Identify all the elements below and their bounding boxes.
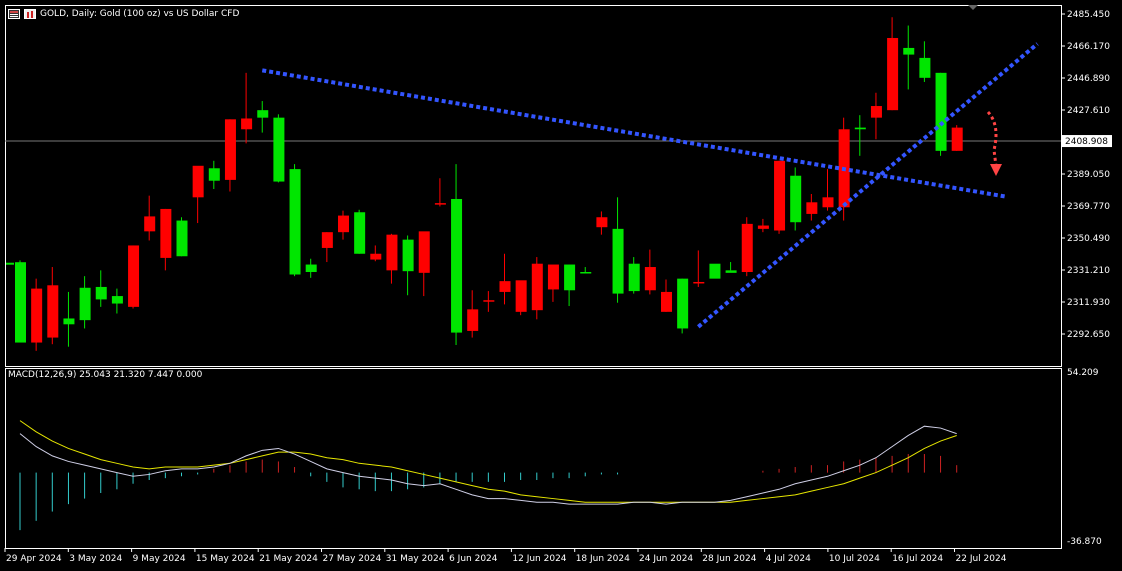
candle-body: [919, 57, 931, 78]
candle-body: [128, 245, 140, 307]
date-tick-label: 6 Jun 2024: [449, 554, 498, 564]
candle-body: [757, 225, 769, 229]
price-tick-label: 2350.490: [1067, 234, 1110, 244]
candle-body: [741, 223, 753, 273]
candle-body: [257, 110, 269, 118]
price-pane-frame: [5, 5, 1062, 367]
price-tick-label: 2427.610: [1067, 106, 1110, 116]
candle-body: [289, 169, 301, 275]
trendline-support: [697, 42, 1039, 329]
candle-body: [370, 253, 382, 260]
candle-body: [580, 272, 592, 274]
price-tick-label: 2311.930: [1067, 298, 1110, 308]
price-tick-label: 2292.650: [1067, 330, 1110, 340]
candle-body: [903, 47, 915, 55]
candle-body: [79, 287, 91, 321]
candle-body: [111, 296, 123, 304]
candle-body: [176, 220, 188, 257]
candle-body: [402, 239, 414, 272]
candle-body: [612, 228, 624, 294]
candle-body: [467, 309, 479, 331]
date-tick-label: 3 May 2024: [69, 554, 122, 564]
projection-arrowhead: [990, 164, 1002, 176]
candle-body: [63, 318, 75, 325]
price-chart[interactable]: 2485.450 2466.170 2446.890 2427.610 2389.050…: [0, 0, 1122, 571]
candle-body: [192, 165, 204, 198]
candle-body: [224, 119, 236, 180]
candle-body: [693, 281, 705, 284]
candle-body: [305, 264, 317, 273]
price-tick-label: 2446.890: [1067, 74, 1110, 84]
date-tick-label: 22 Jul 2024: [956, 554, 1007, 564]
candle-body: [15, 262, 26, 343]
candle-body: [564, 264, 576, 291]
candle-body: [160, 208, 172, 258]
candle-body: [241, 118, 253, 130]
date-tick-label: 21 May 2024: [259, 554, 318, 564]
signal-line: [19, 420, 957, 503]
current-price-label: 2408.908: [1065, 137, 1108, 147]
candle-body: [418, 231, 430, 273]
candle-body: [725, 270, 737, 273]
date-tick-label: 9 May 2024: [133, 554, 186, 564]
date-tick-label: 18 Jun 2024: [576, 554, 630, 564]
candle-body: [95, 286, 107, 300]
candle-body: [338, 215, 349, 233]
candle-body: [321, 232, 333, 248]
candle-body: [499, 281, 511, 292]
macd-pane-frame: [5, 368, 1062, 549]
candle-body: [806, 202, 818, 214]
price-tick-label: 2331.210: [1067, 266, 1110, 276]
price-tick-label: 2389.050: [1067, 170, 1110, 180]
date-tick-label: 15 May 2024: [196, 554, 255, 564]
candle-body: [709, 263, 721, 279]
projection-arrow: [986, 110, 998, 167]
candle-body: [531, 263, 543, 311]
candle-body: [951, 127, 963, 151]
candle-body: [790, 175, 802, 223]
price-tick-label: 2369.770: [1067, 202, 1110, 212]
date-tick-label: 12 Jun 2024: [512, 554, 566, 564]
candle-body: [774, 160, 786, 231]
price-tick-label: 2466.170: [1067, 42, 1110, 52]
candle-body: [144, 216, 156, 232]
candle-body: [386, 234, 398, 271]
candle-body: [31, 288, 43, 343]
candle-body: [354, 212, 366, 254]
candle-body: [822, 197, 834, 208]
date-tick-label: 27 May 2024: [323, 554, 382, 564]
date-tick-label: 28 Jun 2024: [702, 554, 756, 564]
date-tick-label: 24 Jun 2024: [639, 554, 693, 564]
candle-body: [451, 198, 463, 333]
candle-body: [273, 117, 285, 182]
date-tick-label: 29 Apr 2024: [6, 554, 62, 564]
candle-body: [515, 280, 527, 312]
candle-body: [596, 217, 608, 228]
candle-body: [628, 263, 640, 292]
candle-body: [887, 37, 899, 111]
candle-body: [935, 72, 947, 151]
candle-body: [644, 267, 656, 291]
candle-body: [854, 127, 866, 130]
macd-line: [19, 425, 957, 505]
price-tick-label: 2485.450: [1067, 10, 1110, 20]
candle-body: [661, 291, 672, 312]
scroll-marker: [968, 5, 978, 10]
date-tick-label: 16 Jul 2024: [892, 554, 943, 564]
candle-body: [208, 168, 220, 181]
candle-body: [47, 285, 59, 338]
candle-body: [677, 278, 689, 329]
macd-tick-label: 54.209: [1067, 368, 1099, 378]
macd-tick-label: -36.870: [1067, 537, 1102, 547]
date-tick-label: 10 Jul 2024: [829, 554, 880, 564]
date-tick-label: 31 May 2024: [386, 554, 445, 564]
candle-body: [547, 264, 559, 290]
date-tick-label: 4 Jul 2024: [766, 554, 811, 564]
candle-body: [483, 300, 495, 302]
candle-body: [870, 106, 882, 118]
candle-body: [434, 203, 446, 205]
